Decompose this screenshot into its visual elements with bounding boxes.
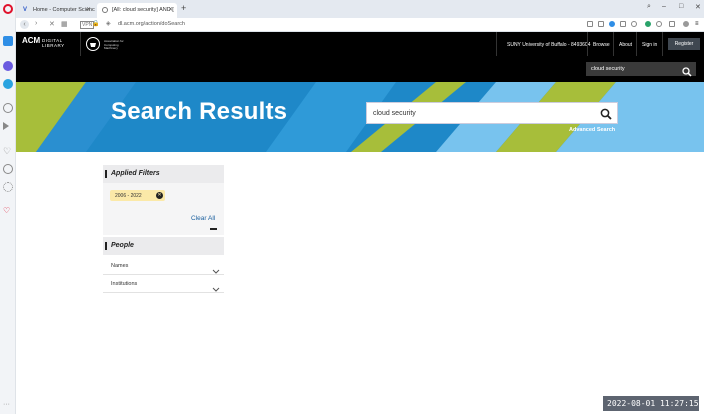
tab-title: [All: cloud security] AND [ — [112, 7, 174, 13]
back-button[interactable]: ‹ — [20, 20, 29, 29]
tab-home[interactable]: V Home - Computer Scienc ✕ — [18, 3, 95, 18]
profile-icon[interactable] — [683, 21, 689, 27]
heading-bar — [105, 242, 107, 250]
opera-logo-icon[interactable] — [3, 4, 13, 14]
close-window-button[interactable]: ✕ — [695, 3, 701, 11]
applied-filters-heading: Applied Filters — [103, 165, 224, 183]
settings-icon[interactable] — [3, 182, 13, 192]
ub-favicon-icon: V — [23, 7, 28, 13]
nav-about[interactable]: About — [619, 42, 632, 48]
quick-search-input[interactable]: cloud security — [586, 62, 696, 77]
pin-icon[interactable]: ♡ — [3, 206, 13, 216]
opera-sidebar: ♡ ♡ ··· — [0, 0, 16, 414]
nav-browse[interactable]: Browse — [593, 42, 610, 48]
people-heading: People — [103, 237, 224, 255]
player-icon[interactable] — [3, 122, 9, 130]
applied-filters-title: Applied Filters — [111, 170, 160, 177]
facet-names[interactable]: Names — [103, 258, 224, 275]
register-button[interactable]: Register — [668, 38, 700, 50]
divider — [662, 32, 663, 56]
more-icon[interactable]: ··· — [3, 400, 13, 410]
menu-icon[interactable]: ≡ — [695, 21, 701, 27]
divider — [587, 32, 588, 56]
nav-sign-in[interactable]: Sign in — [642, 42, 657, 48]
maximize-button[interactable]: □ — [679, 3, 683, 10]
workspace-icon[interactable] — [3, 36, 13, 46]
search-results-banner: Search Results cloud security Advanced S… — [16, 82, 704, 152]
heart-icon[interactable] — [631, 21, 637, 27]
digital-library-logo[interactable]: DIGITAL LIBRARY — [42, 38, 65, 48]
digital-library-line-2: LIBRARY — [42, 43, 65, 48]
forward-button[interactable]: › — [35, 20, 37, 27]
divider — [613, 32, 614, 56]
recording-timestamp: 2022-08-01 11:27:15 — [603, 396, 699, 411]
send-icon[interactable] — [620, 21, 626, 27]
site-info-icon[interactable]: ◈ — [106, 20, 111, 27]
acm-association-logo-icon[interactable] — [86, 37, 100, 51]
search-input[interactable]: cloud security — [366, 102, 618, 124]
lock-icon[interactable]: 🔒 — [92, 20, 99, 27]
divider — [210, 228, 217, 230]
download-icon[interactable] — [656, 21, 662, 27]
facet-label: Institutions — [111, 281, 138, 287]
page-title: Search Results — [111, 98, 288, 125]
acm-header: ACM DIGITAL LIBRARY Association for Comp… — [16, 32, 704, 56]
speed-dial-icon[interactable] — [3, 103, 13, 113]
chevron-down-icon — [212, 262, 220, 274]
url-field[interactable]: dl.acm.org/action/doSearch — [118, 21, 185, 27]
messenger-icon[interactable] — [3, 61, 13, 71]
acm-logo[interactable]: ACM — [22, 36, 41, 45]
tab-strip: V Home - Computer Scienc ✕ [All: cloud s… — [16, 0, 704, 18]
reload-button[interactable]: ✕ — [49, 20, 55, 28]
acm-logo-text: ACM — [22, 36, 41, 45]
search-icon[interactable] — [682, 64, 692, 77]
quick-search-bar: cloud security — [16, 56, 704, 82]
quick-search-value: cloud security — [591, 66, 625, 72]
minimize-button[interactable]: – — [662, 3, 666, 10]
new-tab-button[interactable]: + — [181, 3, 186, 13]
extension-icon[interactable] — [609, 21, 615, 27]
history-icon[interactable] — [3, 164, 13, 174]
tab-acm-search[interactable]: [All: cloud security] AND [ ✕ — [97, 3, 177, 18]
advanced-search-link[interactable]: Advanced Search — [569, 127, 615, 133]
acm-favicon-icon — [102, 7, 108, 13]
clear-all-link[interactable]: Clear All — [191, 215, 215, 222]
cube-icon[interactable] — [669, 21, 675, 27]
search-icon[interactable] — [600, 107, 612, 120]
divider — [80, 32, 81, 56]
divider — [496, 32, 497, 56]
institution-label: SUNY University of Buffalo - 8493604 — [507, 42, 591, 48]
search-tabs-icon[interactable]: ⌕ — [647, 3, 651, 11]
heading-bar — [105, 170, 107, 178]
results-content: Applied Filters 2006 - 2022 ✕ Clear All … — [16, 152, 704, 414]
address-bar: ‹ › ✕ ▦ VPN 🔒 ◈ dl.acm.org/action/doSear… — [16, 18, 704, 32]
grammarly-icon[interactable] — [645, 21, 651, 27]
tab-close-icon[interactable]: ✕ — [86, 6, 91, 13]
heart-icon[interactable]: ♡ — [3, 146, 13, 156]
camera-icon[interactable] — [587, 21, 593, 27]
facet-institutions[interactable]: Institutions — [103, 276, 224, 293]
people-title: People — [111, 242, 134, 249]
date-filter-pill[interactable]: 2006 - 2022 ✕ — [110, 190, 165, 201]
snapshot-icon[interactable] — [598, 21, 604, 27]
chevron-down-icon — [212, 280, 220, 292]
telegram-icon[interactable] — [3, 79, 13, 89]
facet-label: Names — [111, 263, 129, 269]
remove-filter-icon[interactable]: ✕ — [156, 192, 163, 199]
date-filter-label: 2006 - 2022 — [115, 193, 142, 199]
screen: ♡ ♡ ··· V Home - Computer Scienc ✕ [All:… — [0, 0, 704, 414]
association-text: Association for Computing Machinery — [104, 39, 124, 50]
tab-close-icon[interactable]: ✕ — [168, 6, 173, 13]
divider — [636, 32, 637, 56]
search-value: cloud security — [373, 110, 416, 117]
speed-dial-button[interactable]: ▦ — [61, 20, 68, 28]
